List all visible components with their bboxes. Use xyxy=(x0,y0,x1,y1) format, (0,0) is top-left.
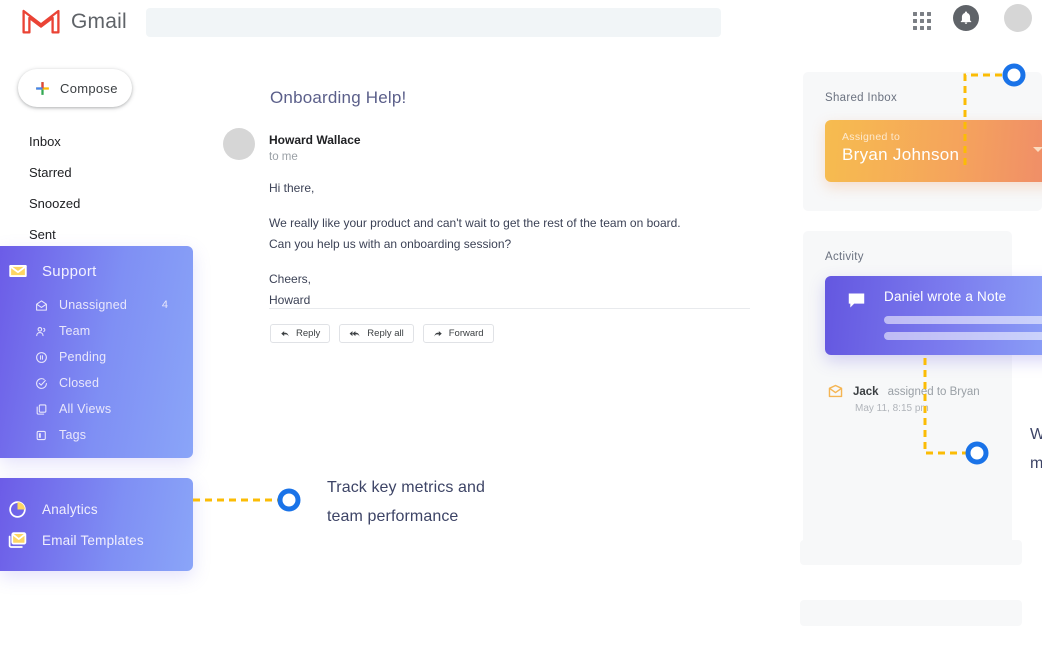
chevron-down-icon[interactable] xyxy=(1033,147,1042,152)
sidebar-item-support[interactable]: Support xyxy=(0,256,193,286)
speech-bubble-icon xyxy=(847,292,866,309)
sidebar-item-inbox[interactable]: Inbox xyxy=(0,126,195,157)
right-panel-placeholder-block xyxy=(800,540,1022,565)
sidebar-item-starred[interactable]: Starred xyxy=(0,157,195,188)
sidebar-item-label: Snoozed xyxy=(29,196,80,211)
sidebar-item-pending[interactable]: Pending xyxy=(0,344,193,370)
email-recipient: to me xyxy=(269,151,298,163)
annotation-right-line1: W xyxy=(1030,420,1042,449)
gmail-envelope-icon xyxy=(22,7,60,36)
sidebar-item-unassigned[interactable]: Unassigned 4 xyxy=(0,292,193,318)
support-subnav: Unassigned 4 Team Pending Clo xyxy=(0,292,193,448)
assigned-to-label: Assigned to xyxy=(842,131,1042,143)
forward-button[interactable]: Forward xyxy=(423,324,494,343)
sidebar-item-team[interactable]: Team xyxy=(0,318,193,344)
support-panel: Support Unassigned 4 Team Pe xyxy=(0,246,193,458)
gmail-logo[interactable]: Gmail xyxy=(22,7,127,36)
sidebar-item-tags[interactable]: Tags xyxy=(0,422,193,448)
sidebar-item-label: All Views xyxy=(59,402,111,416)
right-panel-placeholder-block xyxy=(800,600,1022,626)
check-circle-icon xyxy=(35,377,48,390)
annotation-text-left: Track key metrics and team performance xyxy=(327,473,485,531)
sidebar-item-closed[interactable]: Closed xyxy=(0,370,193,396)
assigned-to-value: Bryan Johnson xyxy=(842,145,1042,165)
annotation-left-line1: Track key metrics and xyxy=(327,473,485,502)
sidebar-item-all-views[interactable]: All Views xyxy=(0,396,193,422)
pie-chart-icon xyxy=(7,499,28,520)
sidebar-item-label: Pending xyxy=(59,350,106,364)
sender-name: Howard Wallace xyxy=(269,133,361,147)
assigned-to-dropdown[interactable]: Assigned to Bryan Johnson xyxy=(825,120,1042,182)
sidebar-item-label: Email Templates xyxy=(42,533,144,548)
envelope-open-icon xyxy=(35,299,48,312)
shared-inbox-panel: Shared Inbox Assigned to Bryan Johnson xyxy=(803,72,1042,211)
reply-label: Reply xyxy=(296,328,320,339)
reply-all-arrow-icon xyxy=(349,329,361,339)
support-label: Support xyxy=(42,263,97,280)
people-icon xyxy=(35,325,48,338)
email-greeting: Hi there, xyxy=(269,178,729,199)
email-paragraph-line2: Can you help us with an onboarding sessi… xyxy=(269,234,729,255)
activity-title: Activity xyxy=(803,231,1012,263)
note-placeholder-bar xyxy=(884,332,1042,340)
sidebar-plain-nav: Inbox Starred Snoozed Sent xyxy=(0,126,195,250)
note-placeholder-bar xyxy=(884,316,1042,324)
annotation-right-line2: m xyxy=(1030,449,1042,478)
sidebar-item-email-templates[interactable]: Email Templates xyxy=(0,525,193,556)
activity-list-item[interactable]: Jack assigned to Bryan May 11, 8:15 pm xyxy=(827,383,980,414)
sidebar-item-analytics[interactable]: Analytics xyxy=(0,494,193,525)
copy-layers-icon xyxy=(35,403,48,416)
activity-note-card[interactable]: Daniel wrote a Note xyxy=(825,276,1042,355)
annotation-marker-left xyxy=(280,491,298,509)
email-subject: Onboarding Help! xyxy=(270,88,406,108)
sidebar-item-label: Sent xyxy=(29,227,56,242)
tag-icon xyxy=(35,429,48,442)
pause-circle-icon xyxy=(35,351,48,364)
sidebar-item-label: Starred xyxy=(29,165,72,180)
user-avatar[interactable] xyxy=(1004,4,1032,32)
notification-bell-icon[interactable] xyxy=(953,5,979,31)
activity-actor: Jack xyxy=(853,386,879,398)
top-bar: Gmail xyxy=(0,0,1042,45)
sidebar-item-label: Analytics xyxy=(42,502,98,517)
reply-button[interactable]: Reply xyxy=(270,324,330,343)
email-signoff: Cheers, xyxy=(269,269,729,290)
annotation-text-right: W m xyxy=(1030,420,1042,478)
sender-avatar xyxy=(223,128,255,160)
envelope-stack-icon xyxy=(7,530,28,551)
reply-all-button[interactable]: Reply all xyxy=(339,324,413,343)
tools-panel: Analytics Email Templates xyxy=(0,478,193,571)
activity-timestamp: May 11, 8:15 pm xyxy=(855,403,980,414)
sidebar-item-label: Team xyxy=(59,324,90,338)
email-body: Hi there, We really like your product an… xyxy=(269,178,729,325)
apps-grid-icon[interactable] xyxy=(911,10,933,32)
inbox-tray-icon xyxy=(827,383,844,400)
gmail-wordmark: Gmail xyxy=(71,10,127,34)
unassigned-count-badge: 4 xyxy=(162,299,168,311)
inbox-tray-icon xyxy=(7,260,29,282)
bell-glyph xyxy=(959,11,973,25)
sidebar-item-label: Unassigned xyxy=(59,298,127,312)
reply-arrow-icon xyxy=(280,329,290,339)
compose-button[interactable]: Compose xyxy=(18,69,132,107)
sidebar-item-label: Inbox xyxy=(29,134,61,149)
email-paragraph-line1: We really like your product and can't wa… xyxy=(269,213,729,234)
email-actions: Reply Reply all Forward xyxy=(270,324,494,343)
activity-description: assigned to Bryan xyxy=(888,386,980,398)
forward-label: Forward xyxy=(449,328,484,339)
reply-all-label: Reply all xyxy=(367,328,403,339)
plus-icon xyxy=(34,80,51,97)
search-input[interactable] xyxy=(146,8,721,37)
forward-arrow-icon xyxy=(433,329,443,339)
sidebar-item-label: Tags xyxy=(59,428,86,442)
sidebar-item-snoozed[interactable]: Snoozed xyxy=(0,188,195,219)
activity-note-title: Daniel wrote a Note xyxy=(884,289,1006,304)
shared-inbox-title: Shared Inbox xyxy=(803,72,1042,104)
sidebar-item-label: Closed xyxy=(59,376,99,390)
email-divider xyxy=(269,308,750,309)
annotation-left-line2: team performance xyxy=(327,502,485,531)
compose-label: Compose xyxy=(60,81,118,96)
